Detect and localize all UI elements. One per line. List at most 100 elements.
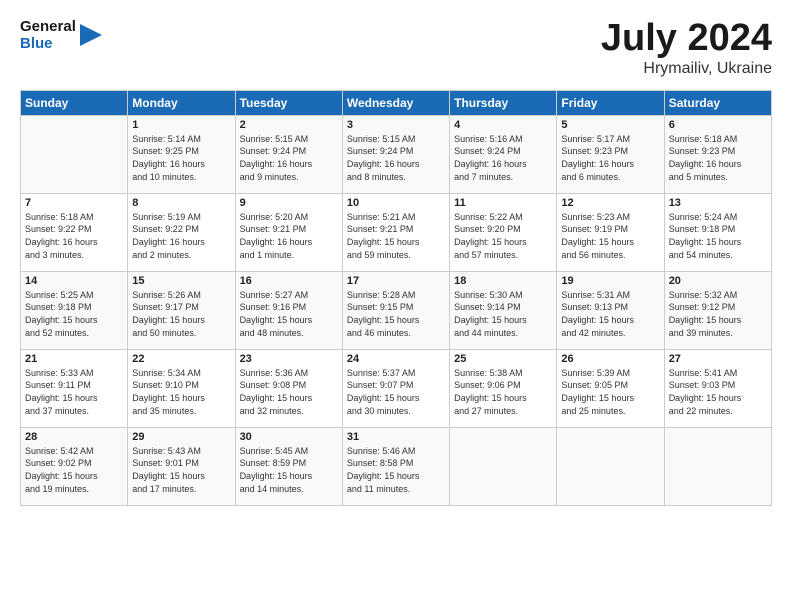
day-info: Sunrise: 5:36 AMSunset: 9:08 PMDaylight:… (240, 368, 313, 416)
logo-arrow-icon (80, 24, 102, 46)
calendar-cell: 23 Sunrise: 5:36 AMSunset: 9:08 PMDayligh… (235, 349, 342, 427)
calendar-cell: 21 Sunrise: 5:33 AMSunset: 9:11 PMDayligh… (21, 349, 128, 427)
calendar-cell: 1Sunrise: 5:14 AMSunset: 9:25 PMDaylight… (128, 115, 235, 193)
weekday-header-wednesday: Wednesday (342, 90, 449, 115)
calendar-cell: 28 Sunrise: 5:42 AMSunset: 9:02 PMDayligh… (21, 427, 128, 505)
day-number: 6 (669, 119, 767, 131)
calendar-cell: 30 Sunrise: 5:45 AMSunset: 8:59 PMDayligh… (235, 427, 342, 505)
page-header: General Blue July 2024 Hrymailiv, Ukrain… (20, 18, 772, 78)
calendar-week-row: 21 Sunrise: 5:33 AMSunset: 9:11 PMDayligh… (21, 349, 772, 427)
calendar-cell: 6 Sunrise: 5:18 AMSunset: 9:23 PMDaylight… (664, 115, 771, 193)
day-info: Sunrise: 5:34 AMSunset: 9:10 PMDaylight:… (132, 368, 205, 416)
calendar-cell: 26 Sunrise: 5:39 AMSunset: 9:05 PMDayligh… (557, 349, 664, 427)
day-number: 11 (454, 197, 552, 209)
day-number: 25 (454, 353, 552, 365)
day-info: Sunrise: 5:27 AMSunset: 9:16 PMDaylight:… (240, 290, 313, 338)
day-info: Sunrise: 5:39 AMSunset: 9:05 PMDaylight:… (561, 368, 634, 416)
calendar-cell: 13 Sunrise: 5:24 AMSunset: 9:18 PMDayligh… (664, 193, 771, 271)
day-number: 23 (240, 353, 338, 365)
day-number: 2 (240, 119, 338, 131)
calendar-cell: 27Sunrise: 5:41 AMSunset: 9:03 PMDayligh… (664, 349, 771, 427)
calendar-cell (450, 427, 557, 505)
calendar-cell: 9 Sunrise: 5:20 AMSunset: 9:21 PMDaylight… (235, 193, 342, 271)
calendar-cell: 7 Sunrise: 5:18 AMSunset: 9:22 PMDaylight… (21, 193, 128, 271)
calendar-cell: 17Sunrise: 5:28 AMSunset: 9:15 PMDayligh… (342, 271, 449, 349)
calendar-cell: 12Sunrise: 5:23 AMSunset: 9:19 PMDayligh… (557, 193, 664, 271)
day-number: 14 (25, 275, 123, 287)
location-subtitle: Hrymailiv, Ukraine (601, 60, 772, 78)
calendar-cell: 31 Sunrise: 5:46 AMSunset: 8:58 PMDayligh… (342, 427, 449, 505)
day-info: Sunrise: 5:21 AMSunset: 9:21 PMDaylight:… (347, 212, 420, 260)
day-info: Sunrise: 5:33 AMSunset: 9:11 PMDaylight:… (25, 368, 98, 416)
calendar-cell (664, 427, 771, 505)
day-info: Sunrise: 5:18 AMSunset: 9:23 PMDaylight:… (669, 134, 742, 182)
day-info: Sunrise: 5:38 AMSunset: 9:06 PMDaylight:… (454, 368, 527, 416)
weekday-header-monday: Monday (128, 90, 235, 115)
calendar-cell: 15Sunrise: 5:26 AMSunset: 9:17 PMDayligh… (128, 271, 235, 349)
day-number: 20 (669, 275, 767, 287)
day-info: Sunrise: 5:15 AMSunset: 9:24 PMDaylight:… (240, 134, 313, 182)
calendar-cell: 16 Sunrise: 5:27 AMSunset: 9:16 PMDayligh… (235, 271, 342, 349)
day-number: 13 (669, 197, 767, 209)
day-info: Sunrise: 5:45 AMSunset: 8:59 PMDaylight:… (240, 446, 313, 494)
logo-general: General (20, 18, 76, 35)
day-number: 5 (561, 119, 659, 131)
day-number: 7 (25, 197, 123, 209)
day-number: 8 (132, 197, 230, 209)
day-info: Sunrise: 5:28 AMSunset: 9:15 PMDaylight:… (347, 290, 420, 338)
day-info: Sunrise: 5:20 AMSunset: 9:21 PMDaylight:… (240, 212, 313, 260)
day-number: 9 (240, 197, 338, 209)
day-info: Sunrise: 5:26 AMSunset: 9:17 PMDaylight:… (132, 290, 205, 338)
day-number: 10 (347, 197, 445, 209)
calendar-cell: 20 Sunrise: 5:32 AMSunset: 9:12 PMDayligh… (664, 271, 771, 349)
day-number: 16 (240, 275, 338, 287)
calendar-cell: 22 Sunrise: 5:34 AMSunset: 9:10 PMDayligh… (128, 349, 235, 427)
day-info: Sunrise: 5:31 AMSunset: 9:13 PMDaylight:… (561, 290, 634, 338)
logo-blue: Blue (20, 35, 76, 52)
day-info: Sunrise: 5:18 AMSunset: 9:22 PMDaylight:… (25, 212, 98, 260)
weekday-header-friday: Friday (557, 90, 664, 115)
calendar-week-row: 7 Sunrise: 5:18 AMSunset: 9:22 PMDaylight… (21, 193, 772, 271)
calendar-cell: 19 Sunrise: 5:31 AMSunset: 9:13 PMDayligh… (557, 271, 664, 349)
day-number: 19 (561, 275, 659, 287)
day-number: 31 (347, 431, 445, 443)
day-number: 26 (561, 353, 659, 365)
calendar-cell: 25 Sunrise: 5:38 AMSunset: 9:06 PMDayligh… (450, 349, 557, 427)
calendar-cell: 2 Sunrise: 5:15 AMSunset: 9:24 PMDaylight… (235, 115, 342, 193)
page-container: General Blue July 2024 Hrymailiv, Ukrain… (0, 0, 792, 516)
calendar-cell: 4Sunrise: 5:16 AMSunset: 9:24 PMDaylight… (450, 115, 557, 193)
calendar-cell: 3 Sunrise: 5:15 AMSunset: 9:24 PMDaylight… (342, 115, 449, 193)
day-info: Sunrise: 5:42 AMSunset: 9:02 PMDaylight:… (25, 446, 98, 494)
calendar-week-row: 14Sunrise: 5:25 AMSunset: 9:18 PMDayligh… (21, 271, 772, 349)
calendar-week-row: 1Sunrise: 5:14 AMSunset: 9:25 PMDaylight… (21, 115, 772, 193)
day-number: 3 (347, 119, 445, 131)
weekday-header-tuesday: Tuesday (235, 90, 342, 115)
day-number: 12 (561, 197, 659, 209)
day-number: 1 (132, 119, 230, 131)
calendar-cell: 10 Sunrise: 5:21 AMSunset: 9:21 PMDayligh… (342, 193, 449, 271)
calendar-cell: 18 Sunrise: 5:30 AMSunset: 9:14 PMDayligh… (450, 271, 557, 349)
day-info: Sunrise: 5:19 AMSunset: 9:22 PMDaylight:… (132, 212, 205, 260)
day-info: Sunrise: 5:32 AMSunset: 9:12 PMDaylight:… (669, 290, 742, 338)
title-block: July 2024 Hrymailiv, Ukraine (601, 18, 772, 78)
day-info: Sunrise: 5:30 AMSunset: 9:14 PMDaylight:… (454, 290, 527, 338)
weekday-header-saturday: Saturday (664, 90, 771, 115)
day-number: 18 (454, 275, 552, 287)
day-info: Sunrise: 5:37 AMSunset: 9:07 PMDaylight:… (347, 368, 420, 416)
day-info: Sunrise: 5:15 AMSunset: 9:24 PMDaylight:… (347, 134, 420, 182)
day-number: 21 (25, 353, 123, 365)
day-info: Sunrise: 5:41 AMSunset: 9:03 PMDaylight:… (669, 368, 742, 416)
day-info: Sunrise: 5:46 AMSunset: 8:58 PMDaylight:… (347, 446, 420, 494)
calendar-week-row: 28 Sunrise: 5:42 AMSunset: 9:02 PMDayligh… (21, 427, 772, 505)
calendar-cell: 5Sunrise: 5:17 AMSunset: 9:23 PMDaylight… (557, 115, 664, 193)
day-info: Sunrise: 5:24 AMSunset: 9:18 PMDaylight:… (669, 212, 742, 260)
calendar-cell (557, 427, 664, 505)
month-year-title: July 2024 (601, 18, 772, 60)
day-number: 22 (132, 353, 230, 365)
logo: General Blue (20, 18, 102, 53)
weekday-header-row: SundayMondayTuesdayWednesdayThursdayFrid… (21, 90, 772, 115)
calendar-cell: 14Sunrise: 5:25 AMSunset: 9:18 PMDayligh… (21, 271, 128, 349)
day-number: 29 (132, 431, 230, 443)
day-number: 28 (25, 431, 123, 443)
day-number: 30 (240, 431, 338, 443)
